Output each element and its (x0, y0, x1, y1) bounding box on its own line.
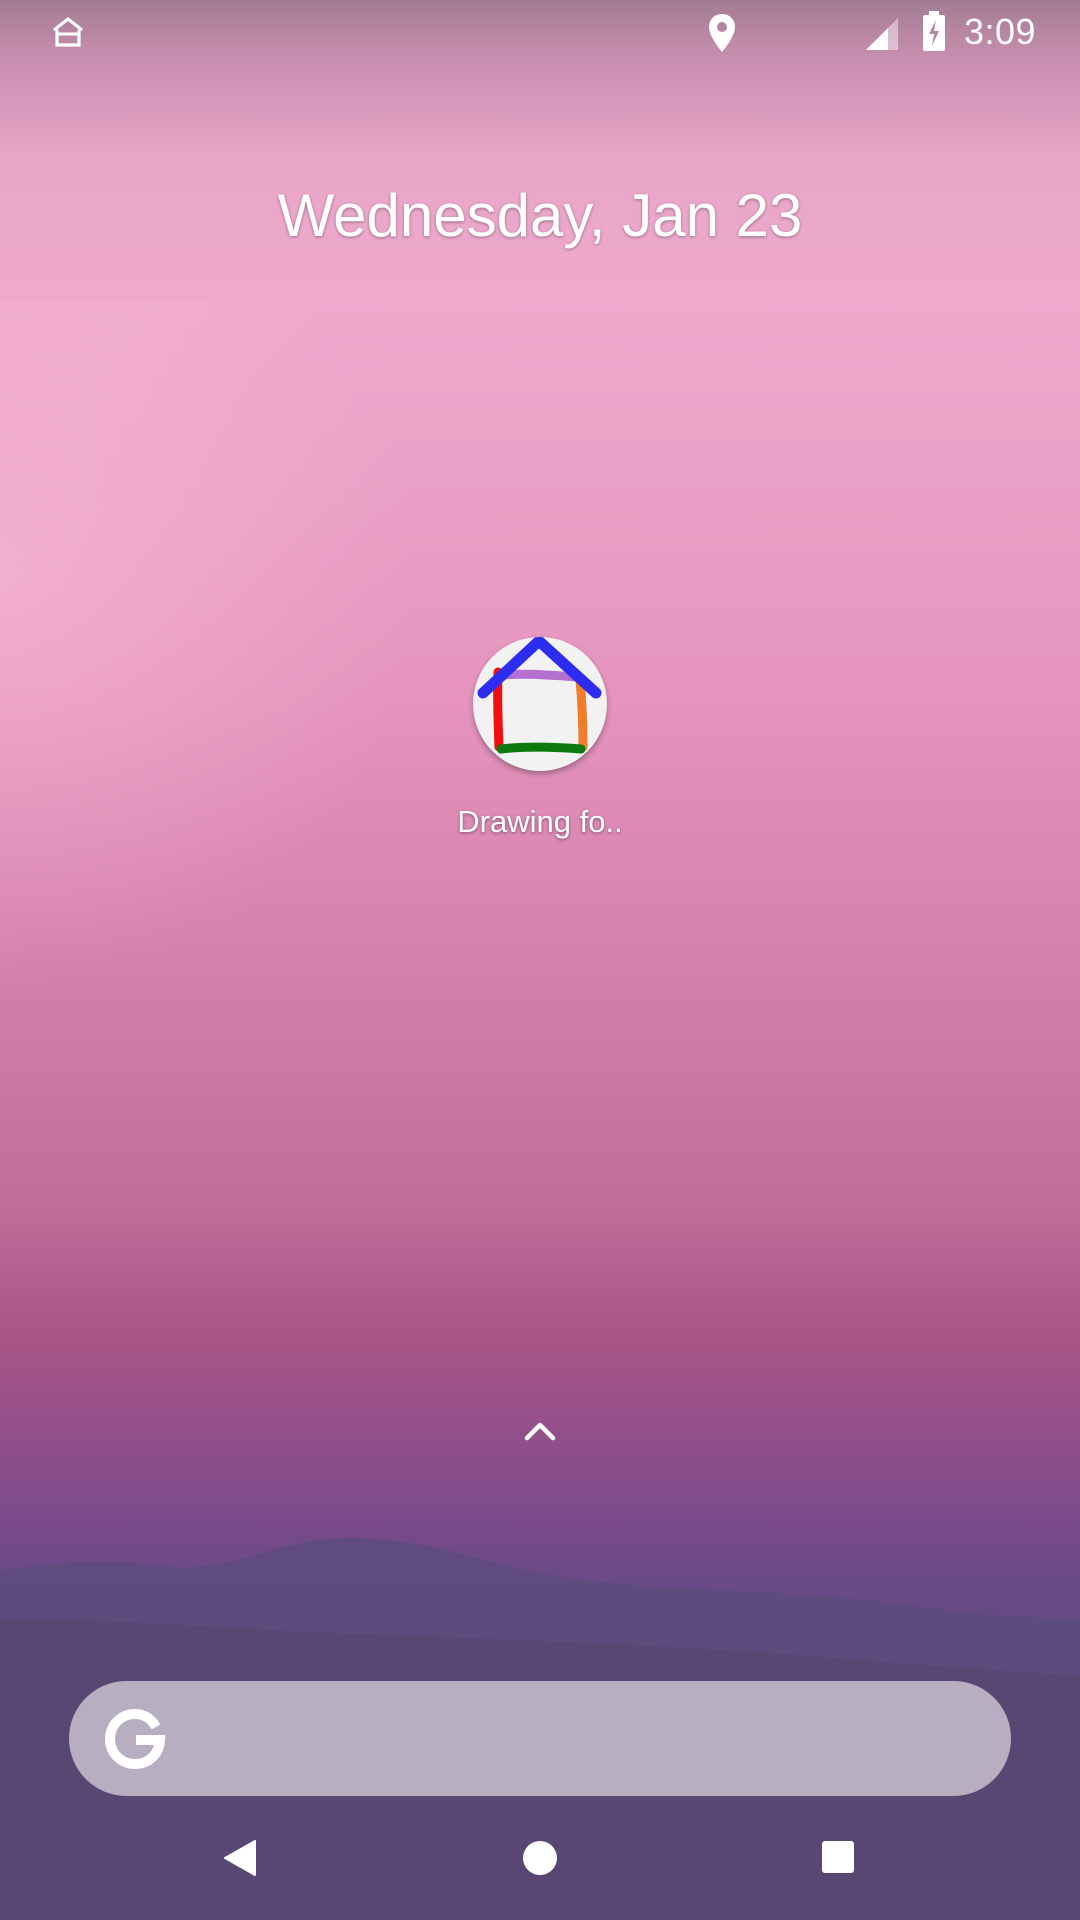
home-outline-icon (53, 17, 83, 47)
google-search-bar[interactable] (69, 1681, 1011, 1796)
back-triangle-icon[interactable] (222, 1838, 258, 1878)
navigation-bar (0, 1800, 1080, 1920)
status-bar: 3:09 (0, 0, 1080, 66)
chevron-up-icon[interactable] (522, 1418, 558, 1442)
app-label[interactable]: Drawing fo.. (440, 803, 640, 841)
battery-charging-icon (923, 11, 945, 51)
google-g-icon[interactable] (103, 1707, 167, 1771)
wallpaper-haze (0, 300, 420, 1000)
home-circle-icon[interactable] (522, 1840, 558, 1876)
date-widget[interactable]: Wednesday, Jan 23 (0, 180, 1080, 252)
home-screen: 3:09 Wednesday, Jan 23 Drawing fo.. (0, 0, 1080, 1920)
recents-square-icon[interactable] (821, 1840, 855, 1874)
clock-time: 3:09 (964, 11, 1037, 52)
app-shortcut-drawing[interactable]: Drawing fo.. (440, 635, 640, 855)
house-drawing-icon[interactable] (473, 637, 607, 771)
location-pin-icon (709, 14, 735, 52)
cell-signal-icon (866, 18, 898, 50)
